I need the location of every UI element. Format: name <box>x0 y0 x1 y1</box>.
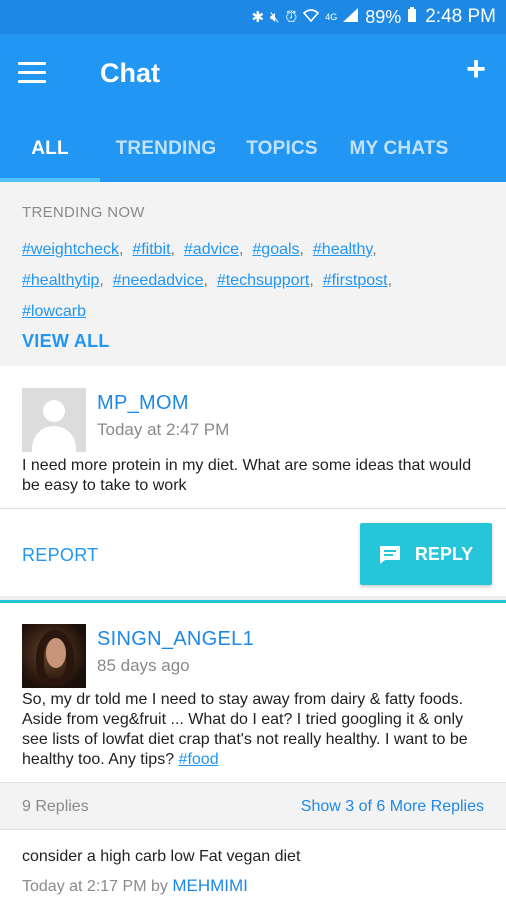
tab-all[interactable]: ALL <box>0 130 100 182</box>
app-bar: Chat + ALL TRENDING TOPICS MY CHATS <box>0 34 506 182</box>
status-bar: ✱ 🔇︎ ⏰︎ 4G 89% 2:48 PM <box>0 0 506 34</box>
bluetooth-icon: ✱ <box>251 9 265 26</box>
tag-link[interactable]: #firstpost <box>323 272 388 289</box>
chat-post: MP_MOM Today at 2:47 PM I need more prot… <box>0 366 506 596</box>
mute-icon: 🔇︎ <box>270 8 280 26</box>
reply-button-label: REPLY <box>414 543 474 564</box>
post-divider <box>0 600 506 603</box>
menu-icon[interactable] <box>18 62 48 88</box>
tag-link[interactable]: #fitbit <box>132 241 170 258</box>
battery-percent: 89% <box>365 6 402 27</box>
post-username[interactable]: SINGN_ANGEL1 <box>97 628 254 651</box>
trending-tags: #weightcheck, #fitbit, #advice, #goals, … <box>22 241 393 320</box>
tag-link[interactable]: #lowcarb <box>22 303 86 320</box>
alarm-icon: ⏰︎ <box>285 8 298 26</box>
lte-icon: 4G <box>325 12 338 22</box>
tab-trending[interactable]: TRENDING <box>100 130 232 182</box>
trending-label: TRENDING NOW <box>22 204 145 221</box>
reply-meta: Today at 2:17 PM by MEHMIMI <box>22 876 248 896</box>
replies-count: 9 Replies <box>22 798 89 815</box>
tag-link[interactable]: #advice <box>184 241 239 258</box>
tag-link[interactable]: #healthytip <box>22 272 99 289</box>
tag-link[interactable]: #weightcheck <box>22 241 119 258</box>
replies-bar: 9 Replies Show 3 of 6 More Replies <box>0 782 506 830</box>
wifi-icon <box>303 8 320 26</box>
battery-icon <box>407 7 417 27</box>
view-all-button[interactable]: VIEW ALL <box>22 331 110 352</box>
reply-timestamp: Today at 2:17 PM by <box>22 878 173 895</box>
tag-link[interactable]: #food <box>179 751 219 768</box>
tab-bar: ALL TRENDING TOPICS MY CHATS <box>0 130 506 182</box>
reply-text: consider a high carb low Fat vegan diet <box>22 848 301 865</box>
post-timestamp: 85 days ago <box>97 656 190 675</box>
trending-section: TRENDING NOW #weightcheck, #fitbit, #adv… <box>0 182 506 366</box>
reply-username[interactable]: MEHMIMI <box>172 876 248 895</box>
signal-icon <box>343 8 359 26</box>
avatar[interactable] <box>22 388 86 452</box>
tag-link[interactable]: #needadvice <box>113 272 204 289</box>
post-timestamp: Today at 2:47 PM <box>97 420 230 439</box>
tag-link[interactable]: #techsupport <box>217 272 310 289</box>
chat-post: SINGN_ANGEL1 85 days ago So, my dr told … <box>0 600 506 900</box>
post-actions: REPORT REPLY <box>0 508 506 596</box>
post-username[interactable]: MP_MOM <box>97 392 189 415</box>
page-title: Chat <box>100 58 160 88</box>
post-body: So, my dr told me I need to stay away fr… <box>22 690 484 770</box>
show-more-replies-link[interactable]: Show 3 of 6 More Replies <box>301 798 484 816</box>
add-icon[interactable]: + <box>466 52 486 86</box>
tag-link[interactable]: #healthy <box>313 241 372 258</box>
reply-button[interactable]: REPLY <box>360 523 492 585</box>
reply-item: consider a high carb low Fat vegan diet … <box>0 830 506 900</box>
chat-bubble-icon <box>379 545 401 564</box>
report-button[interactable]: REPORT <box>22 545 98 566</box>
tab-topics[interactable]: TOPICS <box>232 130 332 182</box>
tag-link[interactable]: #goals <box>252 241 299 258</box>
post-body: I need more protein in my diet. What are… <box>22 457 472 494</box>
tab-my-chats[interactable]: MY CHATS <box>332 130 466 182</box>
post-body-text: So, my dr told me I need to stay away fr… <box>22 691 468 768</box>
clock: 2:48 PM <box>425 6 496 27</box>
avatar[interactable] <box>22 624 86 688</box>
